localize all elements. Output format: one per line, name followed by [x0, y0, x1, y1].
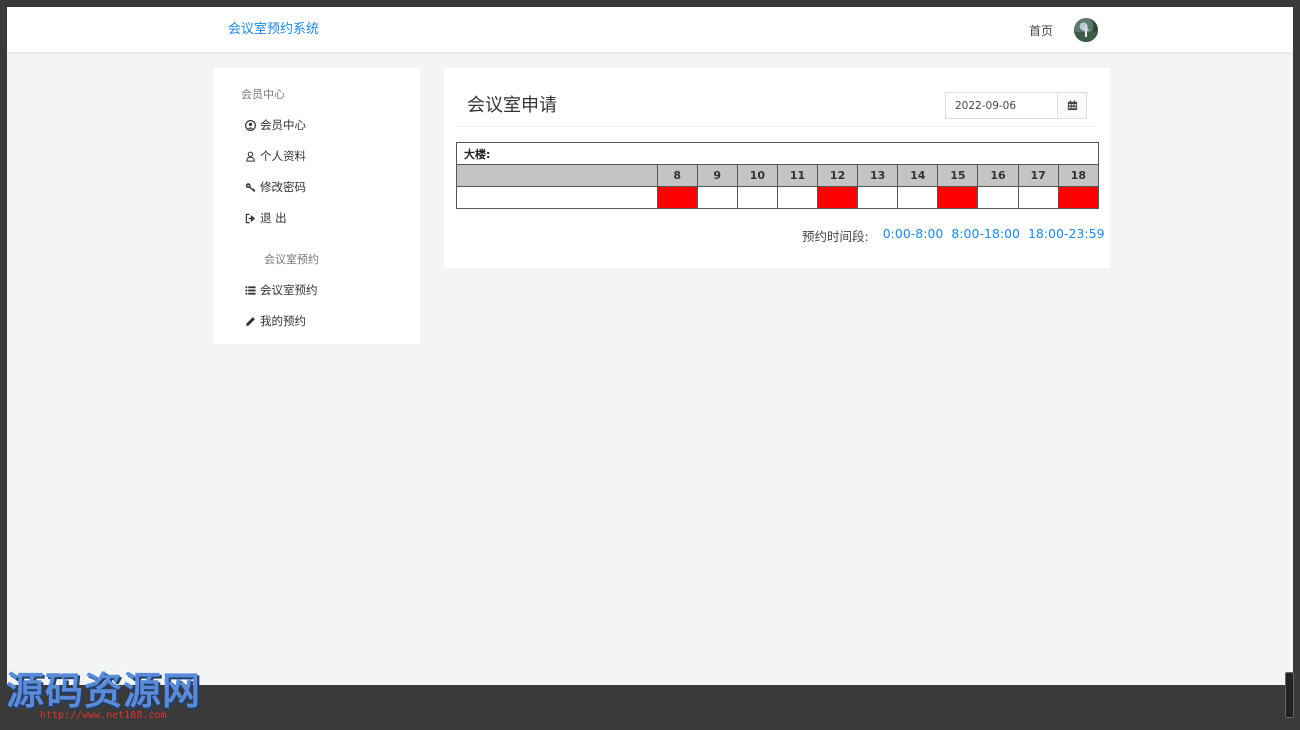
avatar-image-icon: [1074, 24, 1098, 42]
room-name-cell: [456, 186, 658, 209]
hour-header-cell: 10: [736, 164, 778, 187]
avatar[interactable]: [1074, 18, 1098, 42]
hour-header-cell: 11: [776, 164, 819, 187]
hour-header-cell: 17: [1017, 164, 1059, 187]
watermark-url: http://www.net188.com: [40, 710, 167, 721]
user-icon: [244, 150, 256, 162]
time-range-link[interactable]: 18:00-23:59: [1028, 226, 1105, 245]
sidebar-item-label: 会员中心: [260, 118, 306, 132]
hour-header-cell: 14: [897, 164, 939, 187]
time-range-legend: 预约时间段: 0:00-8:00 8:00-18:00 18:00-23:59: [802, 226, 1105, 245]
time-slot-available[interactable]: [776, 186, 819, 209]
sidebar-item-label: 修改密码: [260, 180, 306, 194]
side-widget: [1285, 672, 1294, 718]
calendar-button[interactable]: [1057, 93, 1086, 118]
sidebar: 会员中心 会员中心 个人资料 修改密码 退 出 会议室预约 会议室预约 我的预约: [214, 68, 420, 344]
time-slot-available[interactable]: [977, 186, 1019, 209]
title-divider: [457, 126, 1097, 127]
time-slot-booked[interactable]: [656, 186, 698, 209]
key-icon: [244, 181, 256, 193]
time-slot-available[interactable]: [857, 186, 899, 209]
hour-header-row: 8 9 10 11 12 13 14 15 16 17 18: [456, 164, 1100, 187]
app-frame: 会议室预约系统 首页 会员中心 会员中心 个人资料 修改密码 退 出 会议室预约…: [7, 7, 1293, 685]
watermark-logo: 源码资源网: [6, 669, 202, 713]
user-circle-icon: [244, 119, 256, 131]
sidebar-item-label: 退 出: [260, 211, 287, 225]
brand-link[interactable]: 会议室预约系统: [228, 18, 319, 37]
time-slot-available[interactable]: [897, 186, 939, 209]
time-range-link[interactable]: 8:00-18:00: [951, 226, 1020, 245]
sidebar-item-profile[interactable]: 个人资料: [244, 147, 306, 165]
page-title: 会议室申请: [467, 95, 557, 116]
hour-header-cell: 12: [817, 164, 859, 187]
sign-out-icon: [244, 212, 256, 224]
sidebar-item-label: 个人资料: [260, 149, 306, 163]
hour-header-cell: 18: [1057, 164, 1100, 187]
sidebar-item-room-booking[interactable]: 会议室预约: [244, 281, 318, 299]
time-slot-booked[interactable]: [817, 186, 859, 209]
time-slot-booked[interactable]: [937, 186, 979, 209]
room-header-cell: [456, 164, 658, 187]
time-range-link[interactable]: 0:00-8:00: [883, 226, 944, 245]
hour-header-cell: 16: [977, 164, 1019, 187]
booking-schedule-table: 大楼: 8 9 10 11 12 13 14 15 16 17 18: [456, 142, 1100, 209]
building-label: 大楼:: [456, 142, 1099, 165]
hour-header-cell: 15: [937, 164, 979, 187]
sidebar-item-label: 会议室预约: [260, 283, 318, 297]
date-picker: [945, 92, 1087, 119]
hour-header-cell: 13: [857, 164, 899, 187]
pencil-icon: [244, 315, 256, 327]
list-icon: [244, 284, 256, 296]
sidebar-section-title-booking: 会议室预约: [264, 253, 319, 266]
sidebar-item-label: 我的预约: [260, 314, 306, 328]
time-slot-booked[interactable]: [1057, 186, 1100, 209]
nav-home-link[interactable]: 首页: [1029, 22, 1053, 39]
sidebar-item-change-password[interactable]: 修改密码: [244, 178, 306, 196]
sidebar-item-member-center[interactable]: 会员中心: [244, 116, 306, 134]
date-input[interactable]: [946, 93, 1057, 118]
sidebar-item-logout[interactable]: 退 出: [244, 209, 287, 227]
top-navbar: 会议室预约系统 首页: [7, 7, 1293, 52]
calendar-icon: [1067, 100, 1077, 111]
time-slot-available[interactable]: [736, 186, 778, 209]
sidebar-item-my-bookings[interactable]: 我的预约: [244, 312, 306, 330]
sidebar-section-title-member: 会员中心: [241, 88, 285, 101]
main-panel: 会议室申请 大楼: 89101112131415161718: [444, 68, 1110, 268]
time-range-label: 预约时间段:: [802, 229, 869, 244]
time-slot-available[interactable]: [696, 186, 738, 209]
hour-header-cell: 9: [696, 164, 738, 187]
slot-row: [456, 186, 1100, 209]
hour-header-cell: 8: [656, 164, 698, 187]
time-slot-available[interactable]: [1017, 186, 1059, 209]
